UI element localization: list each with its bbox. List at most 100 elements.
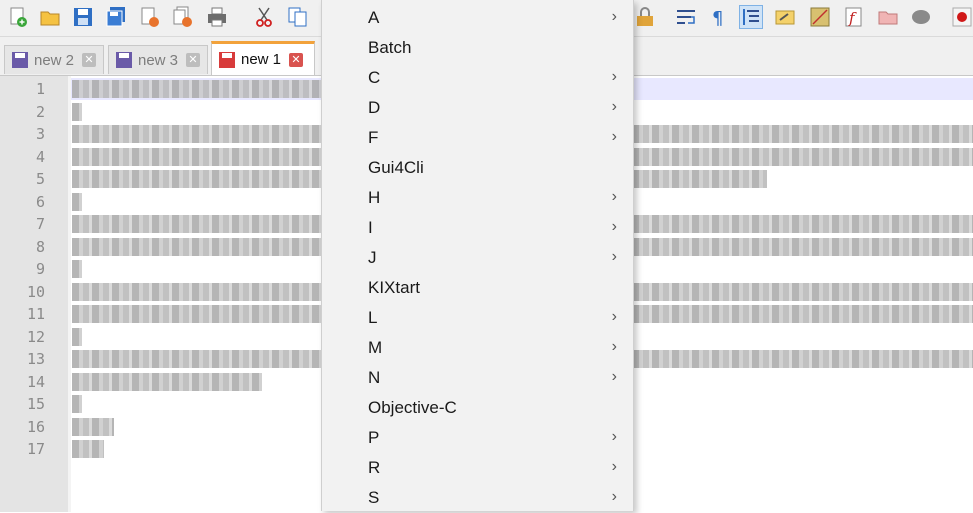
menu-item-n[interactable]: N › xyxy=(322,363,633,393)
redacted-text xyxy=(72,440,104,458)
line-number: 10 xyxy=(26,283,45,301)
lock-icon[interactable] xyxy=(633,5,657,29)
menu-item-kixtart[interactable]: KIXtart xyxy=(322,273,633,303)
menu-item-objective-c[interactable]: Objective-C xyxy=(322,393,633,423)
redacted-text xyxy=(72,373,262,391)
tab-close-button[interactable]: ✕ xyxy=(186,53,201,67)
chevron-right-icon: › xyxy=(611,218,617,235)
fold-margin xyxy=(68,76,71,512)
tab-close-button[interactable]: ✕ xyxy=(82,53,97,67)
menu-item-label: H xyxy=(368,188,381,207)
monitoring-icon[interactable] xyxy=(909,5,933,29)
tab-close-button[interactable]: ✕ xyxy=(289,52,304,67)
line-number: 15 xyxy=(26,395,45,413)
save-icon xyxy=(116,52,132,68)
redacted-text xyxy=(72,395,82,413)
save-icon xyxy=(12,52,28,68)
document-map-icon[interactable] xyxy=(808,5,832,29)
redacted-text xyxy=(72,193,82,211)
menu-item-p[interactable]: P › xyxy=(322,423,633,453)
line-number: 3 xyxy=(35,125,45,143)
line-number: 13 xyxy=(26,350,45,368)
line-number: 12 xyxy=(26,328,45,346)
word-wrap-icon[interactable] xyxy=(674,5,698,29)
chevron-right-icon: › xyxy=(611,338,617,355)
menu-item-label: J xyxy=(368,248,377,267)
chevron-right-icon: › xyxy=(611,458,617,475)
chevron-right-icon: › xyxy=(611,68,617,85)
menu-item-label: R xyxy=(368,458,381,477)
indent-guide-icon[interactable] xyxy=(739,5,763,29)
chevron-right-icon: › xyxy=(611,488,617,505)
line-number: 6 xyxy=(35,193,45,211)
line-number: 2 xyxy=(35,103,45,121)
menu-item-m[interactable]: M › xyxy=(322,333,633,363)
open-file-icon[interactable] xyxy=(38,5,62,29)
redacted-text xyxy=(72,103,82,121)
menu-item-label: Batch xyxy=(368,38,412,57)
close-all-icon[interactable] xyxy=(171,5,195,29)
menu-item-label: C xyxy=(368,68,381,87)
line-number-gutter: 1 2 3 4 5 6 7 8 9 10 11 12 13 14 15 16 1… xyxy=(0,76,68,512)
line-number: 11 xyxy=(26,305,45,323)
chevron-right-icon: › xyxy=(611,368,617,385)
tab-label: new 3 xyxy=(138,51,179,69)
menu-item-s[interactable]: S › xyxy=(322,483,633,513)
close-icon[interactable] xyxy=(138,5,162,29)
tab-new-1[interactable]: new 1 ✕ xyxy=(211,41,315,75)
menu-item-label: P xyxy=(368,428,380,447)
menu-item-gui4cli[interactable]: Gui4Cli xyxy=(322,153,633,183)
menu-item-label: S xyxy=(368,488,380,507)
record-macro-icon[interactable] xyxy=(950,5,973,29)
save-icon[interactable] xyxy=(71,5,95,29)
show-all-chars-icon[interactable]: ¶ xyxy=(706,5,730,29)
chevron-right-icon: › xyxy=(611,248,617,265)
tab-label: new 2 xyxy=(34,51,75,69)
menu-item-d[interactable]: D › xyxy=(322,93,633,123)
line-number: 4 xyxy=(35,148,45,166)
folder-workspace-icon[interactable] xyxy=(876,5,900,29)
chevron-right-icon: › xyxy=(611,428,617,445)
menu-item-f[interactable]: F › xyxy=(322,123,633,153)
menu-item-label: I xyxy=(368,218,373,237)
menu-item-label: F xyxy=(368,128,379,147)
line-number: 9 xyxy=(35,260,45,278)
line-number: 7 xyxy=(35,215,45,233)
menu-item-l[interactable]: L › xyxy=(322,303,633,333)
print-icon[interactable] xyxy=(205,5,229,29)
line-number: 14 xyxy=(26,373,45,391)
new-file-icon[interactable] xyxy=(6,5,30,29)
menu-item-c[interactable]: C › xyxy=(322,63,633,93)
menu-item-label: D xyxy=(368,98,381,117)
menu-item-j[interactable]: J › xyxy=(322,243,633,273)
language-menu: A › Batch C › D › F › Gui4Cli H › I › J › KIXta… xyxy=(321,0,634,511)
svg-text:¶: ¶ xyxy=(712,8,723,28)
line-number: 8 xyxy=(35,238,45,256)
cut-icon[interactable] xyxy=(252,5,276,29)
chevron-right-icon: › xyxy=(611,128,617,145)
save-all-icon[interactable] xyxy=(104,5,128,29)
redacted-text xyxy=(72,80,322,98)
line-number: 1 xyxy=(35,80,45,98)
menu-item-i[interactable]: I › xyxy=(322,213,633,243)
menu-item-label: Objective-C xyxy=(368,398,457,417)
menu-item-label: A xyxy=(368,8,380,27)
line-number: 17 xyxy=(26,440,45,458)
menu-item-label: KIXtart xyxy=(368,278,420,297)
function-list-icon[interactable]: f xyxy=(842,5,866,29)
menu-item-r[interactable]: R › xyxy=(322,453,633,483)
tab-label: new 1 xyxy=(241,51,282,68)
chevron-right-icon: › xyxy=(611,308,617,325)
tab-new-3[interactable]: new 3 ✕ xyxy=(108,45,208,74)
menu-item-a[interactable]: A › xyxy=(322,3,633,33)
menu-item-label: N xyxy=(368,368,381,387)
chevron-right-icon: › xyxy=(611,188,617,205)
redacted-text xyxy=(72,328,82,346)
user-language-icon[interactable] xyxy=(773,5,797,29)
copy-icon[interactable] xyxy=(286,5,310,29)
menu-item-h[interactable]: H › xyxy=(322,183,633,213)
menu-item-label: Gui4Cli xyxy=(368,158,424,177)
menu-item-batch[interactable]: Batch xyxy=(322,33,633,63)
tab-new-2[interactable]: new 2 ✕ xyxy=(4,45,104,74)
chevron-right-icon: › xyxy=(611,8,617,25)
